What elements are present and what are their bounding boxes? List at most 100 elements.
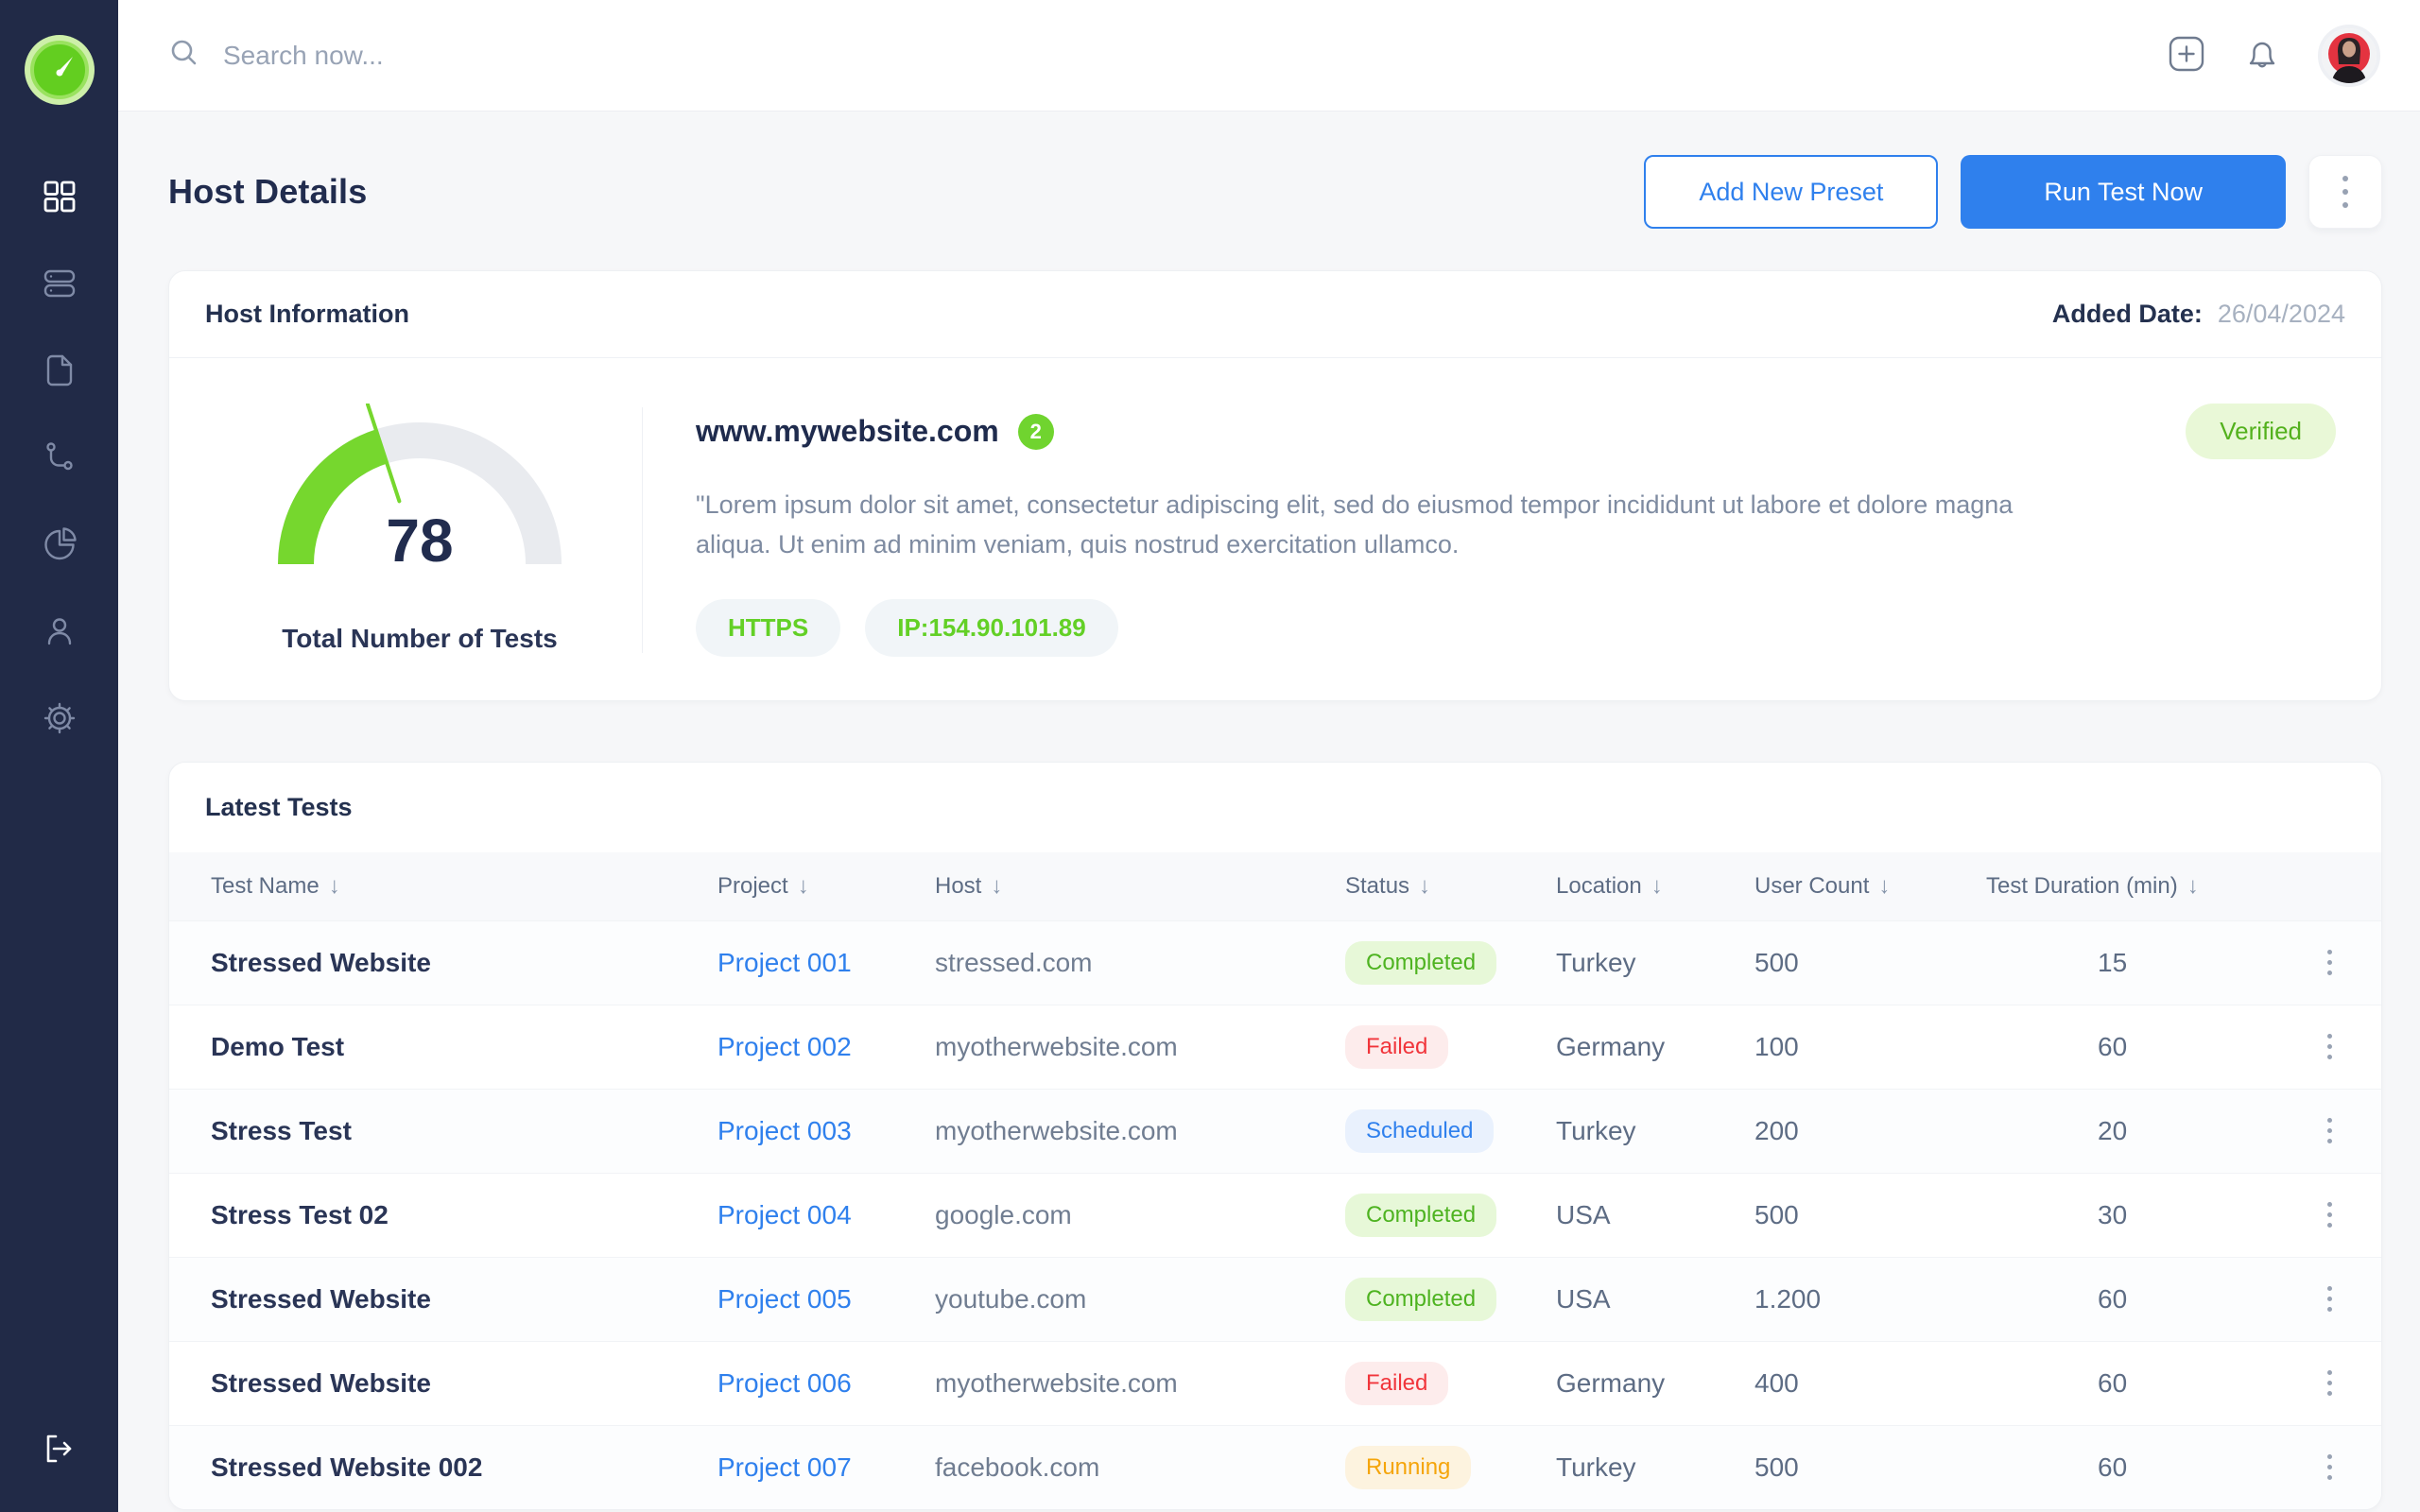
cell-duration: 60: [2098, 1452, 2128, 1482]
cell-test-name: Stressed Website 002: [211, 1452, 483, 1482]
project-link[interactable]: Project 005: [717, 1284, 935, 1314]
speedometer-logo[interactable]: [24, 34, 95, 106]
table-row: Demo Test Project 002 myotherwebsite.com…: [169, 1004, 2381, 1089]
page-menu-button[interactable]: [2308, 155, 2382, 229]
sidebar: [0, 0, 118, 1512]
tests-gauge: 78 Total Number of Tests: [198, 403, 642, 657]
cell-location: Germany: [1556, 1367, 1666, 1398]
sort-arrow-icon: ↓: [1419, 872, 1431, 899]
row-menu-button[interactable]: [2320, 1192, 2340, 1238]
row-menu-button[interactable]: [2320, 1444, 2340, 1490]
cell-user-count: 500: [1754, 947, 1799, 977]
added-date-label: Added Date:: [2051, 300, 2203, 328]
cell-test-name: Demo Test: [211, 1031, 345, 1061]
add-new-preset-button[interactable]: Add New Preset: [1644, 155, 1939, 229]
cell-status: Failed: [1345, 1361, 1556, 1405]
search-input[interactable]: [223, 40, 790, 71]
added-date: Added Date: 26/04/2024: [2052, 300, 2345, 329]
column-test-duration[interactable]: Test Duration (min) ↓: [1986, 873, 2270, 900]
host-description: "Lorem ipsum dolor sit amet, consectetur…: [696, 490, 2014, 558]
row-menu-button[interactable]: [2320, 1276, 2340, 1322]
status-badge: Scheduled: [1345, 1108, 1495, 1153]
host-detail: www.mywebsite.com 2 Verified "Lorem ipsu…: [643, 404, 2336, 657]
project-link[interactable]: Project 002: [717, 1032, 935, 1062]
page-header: Host Details Add New Preset Run Test Now: [168, 155, 2382, 229]
domain-name: www.mywebsite.com: [696, 414, 999, 448]
sidebar-item-connections[interactable]: [41, 440, 78, 478]
column-host[interactable]: Host ↓: [935, 873, 1345, 900]
ip-tag: IP:154.90.101.89: [865, 598, 1118, 657]
kebab-icon: [2327, 1452, 2332, 1483]
cell-location: USA: [1556, 1199, 1611, 1229]
sidebar-item-documents[interactable]: [41, 353, 78, 391]
table-row: Stressed Website 002 Project 007 faceboo…: [169, 1424, 2381, 1509]
sort-arrow-icon: ↓: [2187, 872, 2199, 899]
logout-icon: [41, 1430, 78, 1472]
run-test-now-button[interactable]: Run Test Now: [1961, 155, 2286, 229]
cell-status: Completed: [1345, 940, 1556, 985]
cell-test-name: Stressed Website: [211, 1283, 431, 1314]
https-tag: HTTPS: [696, 598, 841, 657]
project-link[interactable]: Project 006: [717, 1368, 935, 1399]
sidebar-item-settings[interactable]: [41, 701, 78, 739]
avatar[interactable]: [2318, 24, 2380, 87]
sidebar-item-dashboard[interactable]: [41, 180, 78, 217]
table-row: Stressed Website Project 006 myotherwebs…: [169, 1340, 2381, 1425]
status-badge: Completed: [1345, 1193, 1497, 1237]
project-link[interactable]: Project 004: [717, 1200, 935, 1230]
logout-button[interactable]: [0, 1430, 118, 1472]
project-link[interactable]: Project 001: [717, 948, 935, 978]
row-menu-button[interactable]: [2320, 1023, 2340, 1070]
status-badge: Completed: [1345, 1277, 1497, 1321]
cell-status: Scheduled: [1345, 1108, 1556, 1153]
kebab-icon: [2327, 947, 2332, 978]
status-badge: Failed: [1345, 1361, 1449, 1405]
project-link[interactable]: Project 003: [717, 1116, 935, 1146]
cell-duration: 15: [2098, 947, 2128, 977]
column-project[interactable]: Project ↓: [717, 873, 935, 900]
cell-location: Turkey: [1556, 1115, 1636, 1145]
cell-status: Completed: [1345, 1277, 1556, 1321]
row-menu-button[interactable]: [2320, 939, 2340, 986]
host-information-title: Host Information: [205, 300, 409, 328]
row-menu-button[interactable]: [2320, 1108, 2340, 1154]
sort-arrow-icon: ↓: [797, 872, 809, 899]
kebab-icon: [2327, 1367, 2332, 1399]
host-information-card: Host Information Added Date: 26/04/2024: [168, 270, 2382, 701]
cell-host: myotherwebsite.com: [935, 1031, 1178, 1061]
verified-badge: Verified: [2186, 404, 2336, 459]
server-icon: [42, 266, 78, 306]
search-icon[interactable]: [168, 37, 200, 74]
cell-status: Running: [1345, 1445, 1556, 1489]
host-information-header: Host Information Added Date: 26/04/2024: [169, 271, 2381, 358]
column-test-name[interactable]: Test Name ↓: [211, 873, 717, 900]
add-new-button[interactable]: [2167, 34, 2206, 77]
kebab-icon: [2327, 1199, 2332, 1230]
cell-location: Turkey: [1556, 947, 1636, 977]
cell-user-count: 200: [1754, 1115, 1799, 1145]
table-row: Stressed Website Project 001 stressed.co…: [169, 919, 2381, 1005]
sidebar-item-analytics[interactable]: [41, 526, 78, 565]
status-badge: Completed: [1345, 940, 1497, 985]
search-bar: [168, 37, 2167, 74]
latest-tests-title: Latest Tests: [205, 792, 353, 821]
app-root: Host Details Add New Preset Run Test Now…: [0, 0, 2420, 1512]
cell-duration: 30: [2098, 1199, 2128, 1229]
table-header: Test Name ↓ Project ↓ Host ↓ Status ↓ Locati…: [169, 851, 2381, 920]
sort-arrow-icon: ↓: [1651, 872, 1663, 899]
page-actions: Add New Preset Run Test Now: [1644, 155, 2382, 229]
column-location[interactable]: Location ↓: [1556, 873, 1754, 900]
page-content: Host Details Add New Preset Run Test Now…: [118, 112, 2420, 1512]
column-status[interactable]: Status ↓: [1345, 873, 1556, 900]
sidebar-item-profile[interactable]: [41, 614, 78, 652]
sidebar-item-servers[interactable]: [41, 266, 78, 304]
sort-arrow-icon: ↓: [991, 872, 1003, 899]
project-link[interactable]: Project 007: [717, 1452, 935, 1483]
kebab-icon: [2327, 1031, 2332, 1062]
column-user-count[interactable]: User Count ↓: [1754, 873, 1986, 900]
cell-host: youtube.com: [935, 1283, 1087, 1314]
row-menu-button[interactable]: [2320, 1360, 2340, 1406]
notifications-button[interactable]: [2242, 34, 2282, 77]
topbar-actions: [2167, 24, 2380, 87]
sort-arrow-icon: ↓: [328, 872, 340, 899]
